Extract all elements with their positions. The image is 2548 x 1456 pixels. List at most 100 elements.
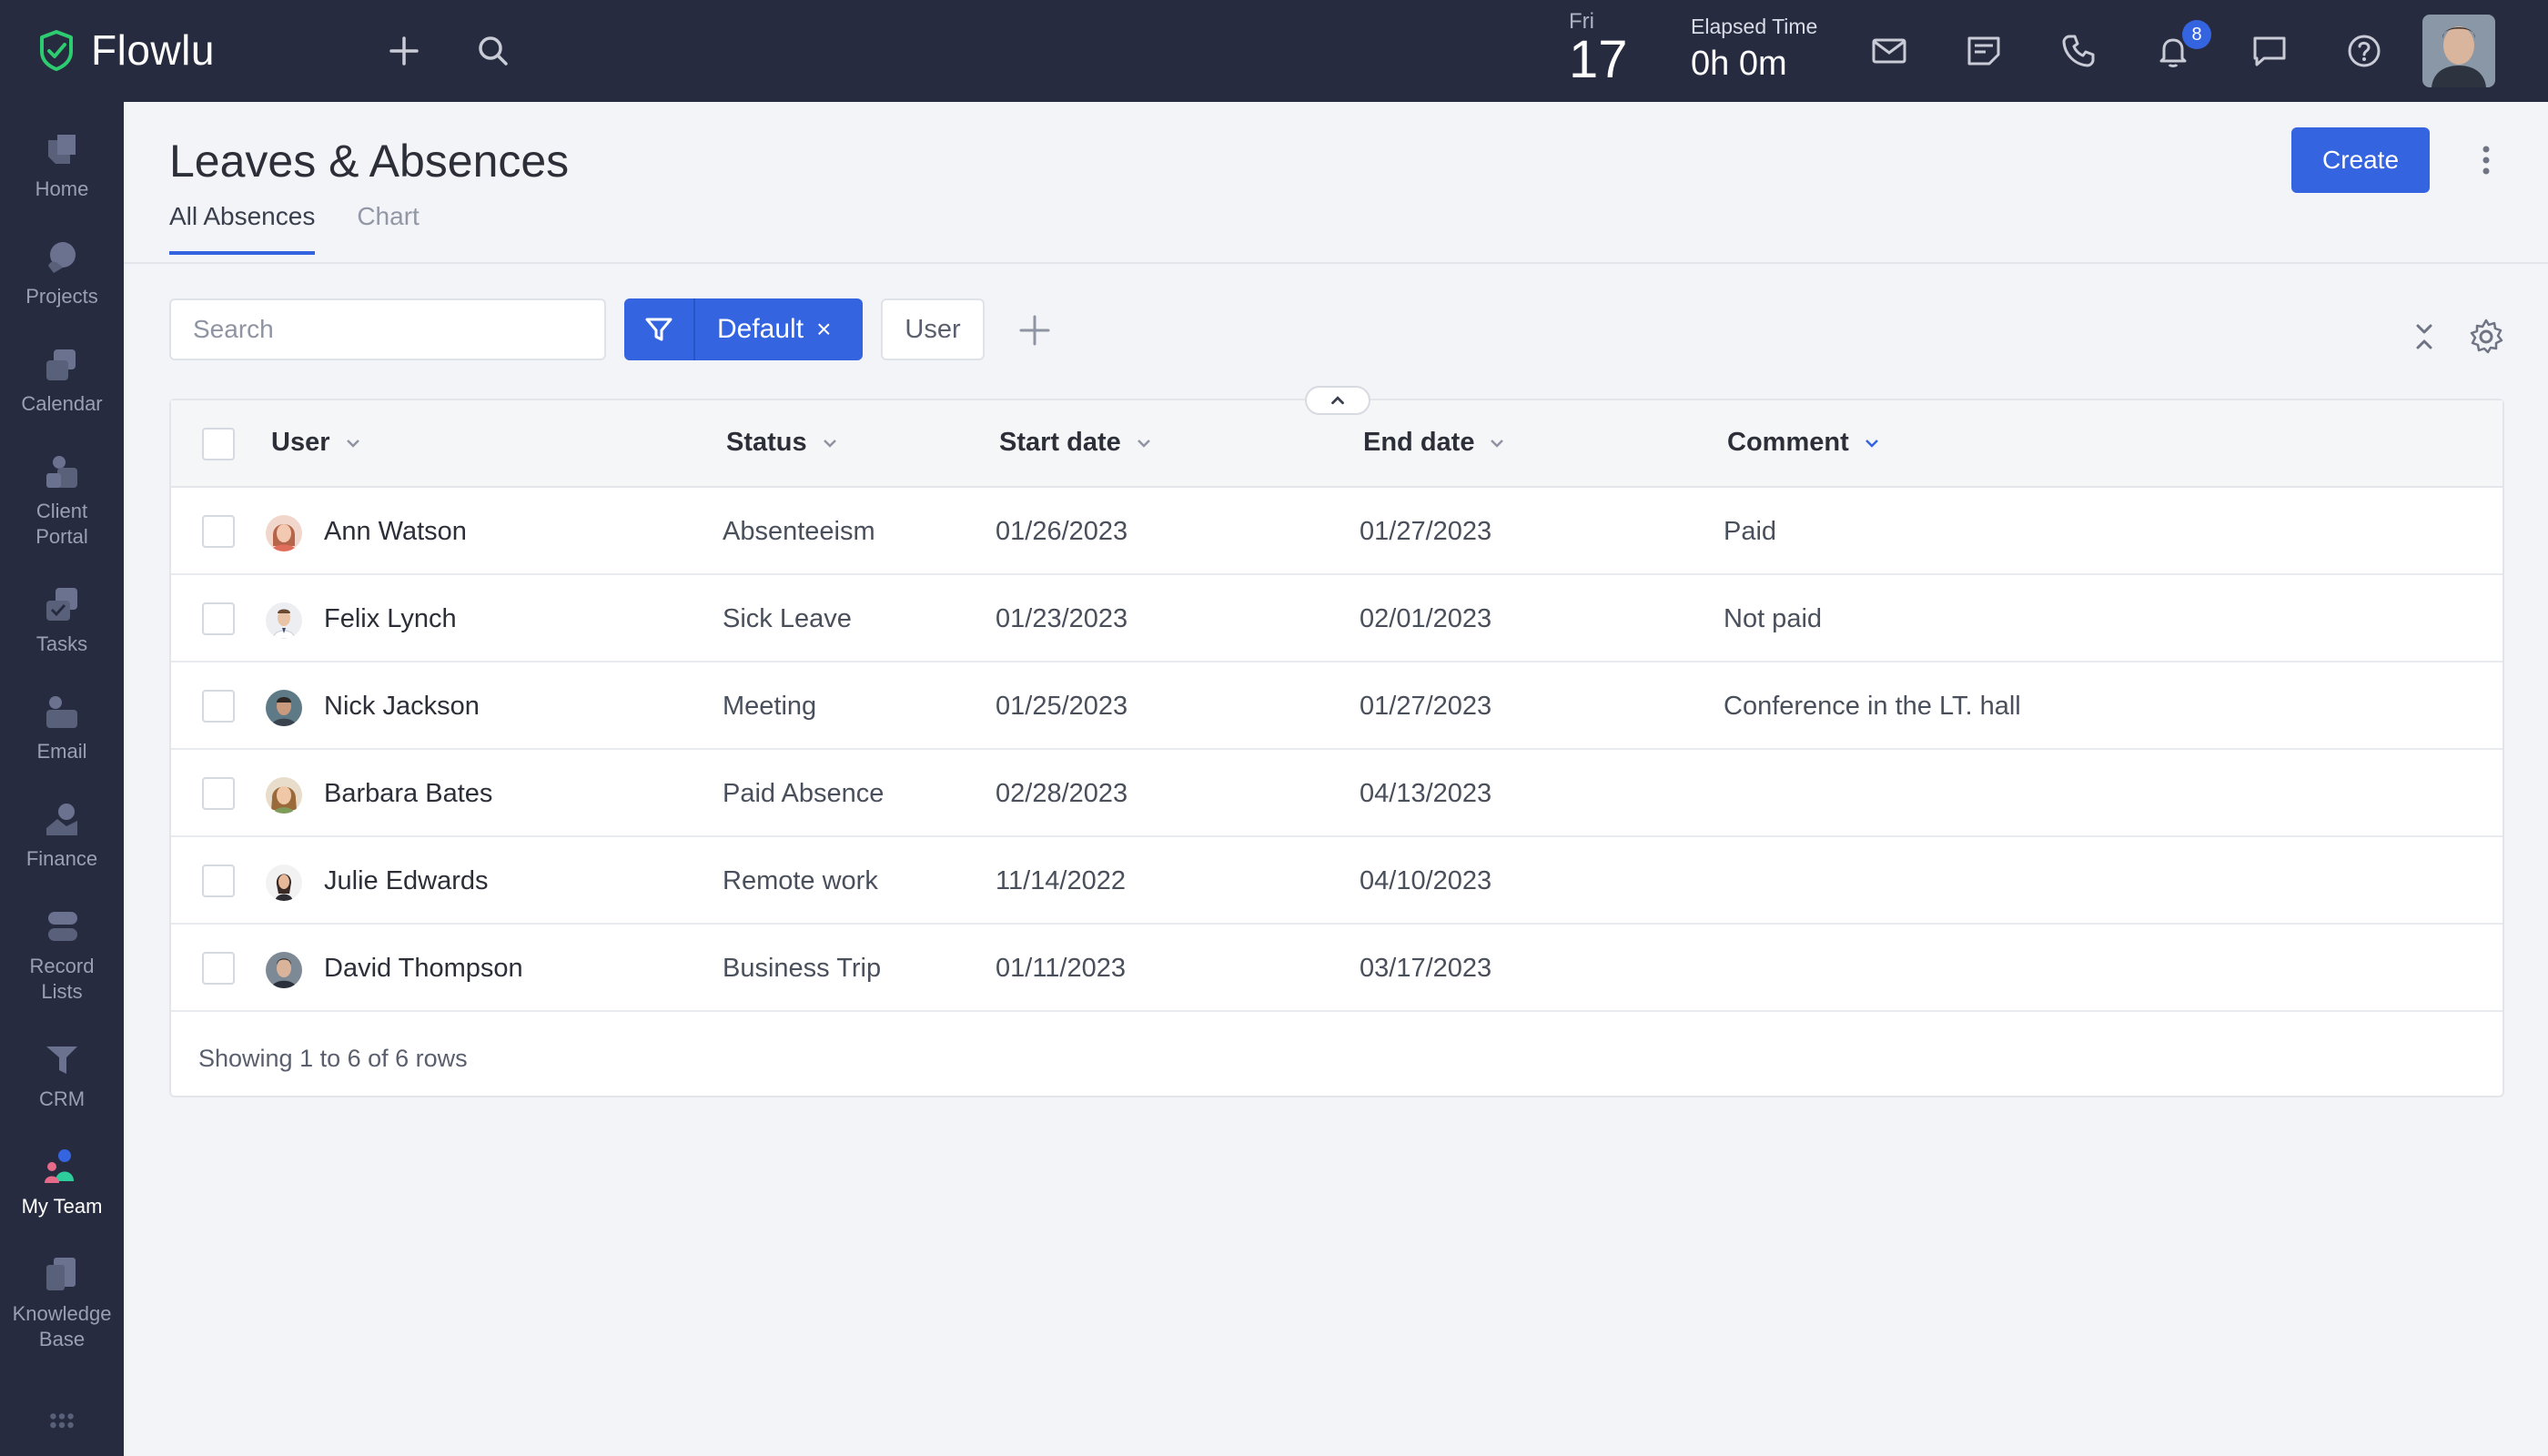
sidebar-item-finance[interactable]: Finance xyxy=(0,797,124,872)
select-all-checkbox[interactable] xyxy=(202,428,235,460)
tab-chart[interactable]: Chart xyxy=(357,202,419,255)
phone-icon[interactable] xyxy=(2057,29,2100,73)
column-label: Status xyxy=(726,428,807,457)
sidebar-item-email[interactable]: Email xyxy=(0,690,124,764)
avatar xyxy=(266,515,302,551)
collapse-filters-toggle[interactable] xyxy=(1305,386,1370,415)
start-date-cell: 01/26/2023 xyxy=(996,517,1128,546)
my-team-icon xyxy=(45,1149,74,1183)
page-title: Leaves & Absences xyxy=(169,136,570,187)
elapsed-time-value: 0h 0m xyxy=(1691,45,1787,83)
calendar-icon xyxy=(46,349,76,380)
help-icon[interactable] xyxy=(2342,29,2386,73)
user-name[interactable]: Julie Edwards xyxy=(324,866,489,896)
sidebar-item-record-lists[interactable]: Record Lists xyxy=(0,905,124,1005)
column-header-user[interactable]: User xyxy=(271,428,363,458)
user-name[interactable]: David Thompson xyxy=(324,954,523,984)
default-filter-chip[interactable]: Default × xyxy=(624,298,863,360)
sidebar-item-label: Email xyxy=(36,740,87,763)
column-header-status[interactable]: Status xyxy=(726,428,840,458)
sidebar-item-label: Calendar xyxy=(21,392,103,415)
row-checkbox[interactable] xyxy=(202,952,235,985)
date-widget[interactable]: Fri 17 xyxy=(1569,9,1628,86)
search-input[interactable]: Search xyxy=(169,298,606,360)
column-header-start-date[interactable]: Start date xyxy=(999,428,1154,458)
user-name[interactable]: Nick Jackson xyxy=(324,692,480,722)
status-cell: Sick Leave xyxy=(723,604,852,633)
main-content: Leaves & Absences All Absences Chart Cre… xyxy=(124,102,2548,1456)
sidebar-item-calendar[interactable]: Calendar xyxy=(0,342,124,417)
client-portal-icon xyxy=(46,456,77,488)
plus-icon[interactable] xyxy=(382,29,426,73)
end-date-cell: 03/17/2023 xyxy=(1360,954,1492,983)
apps-grid-icon[interactable] xyxy=(0,1407,124,1447)
sidebar-item-client-portal[interactable]: Client Portal xyxy=(0,450,124,550)
sidebar-item-home[interactable]: Home xyxy=(0,127,124,202)
status-cell: Paid Absence xyxy=(723,779,885,808)
column-label: Start date xyxy=(999,428,1121,457)
status-cell: Remote work xyxy=(723,866,878,895)
table-row[interactable]: Nick Jackson Meeting 01/25/2023 01/27/20… xyxy=(171,662,2502,750)
table-row[interactable]: Felix Lynch Sick Leave 01/23/2023 02/01/… xyxy=(171,575,2502,662)
table-row[interactable]: Barbara Bates Paid Absence 02/28/2023 04… xyxy=(171,750,2502,837)
chevron-down-icon xyxy=(1491,439,1504,448)
search-icon[interactable] xyxy=(471,29,515,73)
chat-icon[interactable] xyxy=(2248,29,2291,73)
mail-icon[interactable] xyxy=(1867,29,1911,73)
start-date-cell: 11/14/2022 xyxy=(996,866,1126,895)
table-row[interactable]: Ann Watson Absenteeism 01/26/2023 01/27/… xyxy=(171,488,2502,575)
sidebar-item-label: Client Portal xyxy=(35,500,88,548)
sidebar-item-projects[interactable]: Projects xyxy=(0,235,124,309)
create-button[interactable]: Create xyxy=(2291,127,2430,193)
sidebar-item-my-team[interactable]: My Team xyxy=(0,1145,124,1219)
user-filter-chip[interactable]: User xyxy=(881,298,985,360)
elapsed-time-label: Elapsed Time xyxy=(1691,15,1818,38)
sidebar-item-knowledge-base[interactable]: Knowledge Base xyxy=(0,1252,124,1352)
sidebar-item-crm[interactable]: CRM xyxy=(0,1037,124,1112)
collapse-expand-icon[interactable] xyxy=(2406,318,2442,355)
status-cell: Absenteeism xyxy=(723,517,875,546)
gear-icon[interactable] xyxy=(2466,317,2506,357)
column-header-comment[interactable]: Comment xyxy=(1727,428,1882,458)
notes-icon[interactable] xyxy=(1962,29,2006,73)
start-date-cell: 01/25/2023 xyxy=(996,692,1128,721)
sidebar: Home Projects Calendar Client Portal Tas… xyxy=(0,102,124,1456)
row-checkbox[interactable] xyxy=(202,690,235,723)
sidebar-item-label: Tasks xyxy=(35,632,88,655)
row-checkbox[interactable] xyxy=(202,864,235,897)
filter-icon[interactable] xyxy=(624,298,695,360)
sidebar-item-tasks[interactable]: Tasks xyxy=(0,582,124,657)
row-checkbox[interactable] xyxy=(202,602,235,635)
sidebar-item-label: My Team xyxy=(21,1195,103,1218)
sidebar-item-label: Home xyxy=(35,177,89,200)
end-date-cell: 02/01/2023 xyxy=(1360,604,1492,633)
top-bar: Flowlu Fri 17 Elapsed Time 0h 0m 8 xyxy=(0,0,2548,102)
row-checkbox[interactable] xyxy=(202,777,235,810)
email-icon xyxy=(46,696,77,728)
avatar xyxy=(266,690,302,726)
tab-all-absences[interactable]: All Absences xyxy=(169,202,316,255)
chevron-down-icon xyxy=(823,439,836,448)
table-row[interactable]: David Thompson Business Trip 01/11/2023 … xyxy=(171,925,2502,1012)
record-lists-icon xyxy=(48,912,77,941)
table-row[interactable]: Julie Edwards Remote work 11/14/2022 04/… xyxy=(171,837,2502,925)
user-avatar[interactable] xyxy=(2422,15,2495,87)
user-name[interactable]: Barbara Bates xyxy=(324,779,492,809)
user-name[interactable]: Felix Lynch xyxy=(324,604,457,634)
finance-icon xyxy=(46,804,77,835)
header-divider xyxy=(124,262,2548,264)
status-cell: Business Trip xyxy=(723,954,882,983)
column-header-end-date[interactable]: End date xyxy=(1363,428,1507,458)
close-icon[interactable]: × xyxy=(816,315,831,344)
user-name[interactable]: Ann Watson xyxy=(324,517,467,547)
add-filter-icon[interactable] xyxy=(1012,308,1057,353)
more-options-icon[interactable] xyxy=(2468,142,2504,178)
pagination-summary: Showing 1 to 6 of 6 rows xyxy=(198,1045,468,1072)
avatar xyxy=(266,952,302,988)
column-label: End date xyxy=(1363,428,1475,457)
filter-preset-label: Default xyxy=(717,314,804,344)
row-checkbox[interactable] xyxy=(202,515,235,548)
comment-cell: Paid xyxy=(1724,517,1777,546)
flowlu-logo[interactable]: Flowlu xyxy=(35,25,215,75)
elapsed-time-widget[interactable]: Elapsed Time 0h 0m xyxy=(1691,15,1817,84)
